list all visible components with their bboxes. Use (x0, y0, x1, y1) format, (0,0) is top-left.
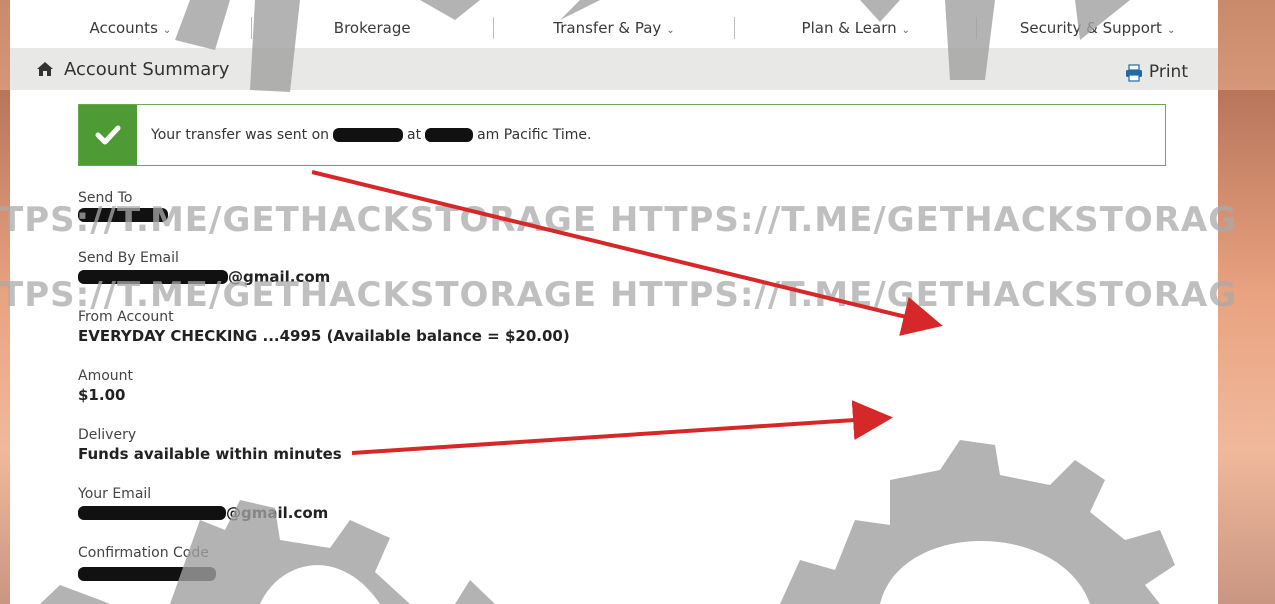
gear-watermark-icon (40, 0, 1175, 604)
